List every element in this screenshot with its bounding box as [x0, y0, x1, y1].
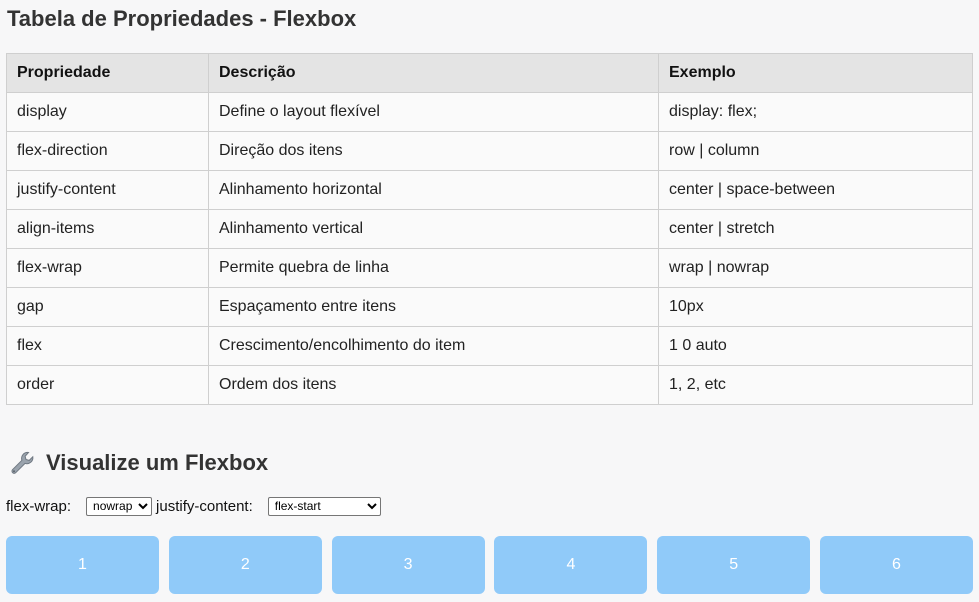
table-cell: row | column: [658, 131, 973, 171]
table-cell: gap: [6, 287, 209, 327]
table-row: display Define o layout flexível display…: [6, 92, 973, 132]
table-cell: 1 0 auto: [658, 326, 973, 366]
visualizer-title: Visualize um Flexbox: [8, 448, 268, 478]
table-cell: 10px: [658, 287, 973, 327]
table-cell: flex-wrap: [6, 248, 209, 288]
properties-table: Propriedade Descrição Exemplo display De…: [6, 53, 973, 405]
table-cell: flex-direction: [6, 131, 209, 171]
page: Tabela de Propriedades - Flexbox Proprie…: [0, 0, 979, 602]
table-cell: Crescimento/encolhimento do item: [208, 326, 659, 366]
table-cell: Alinhamento horizontal: [208, 170, 659, 210]
column-header: Propriedade: [6, 53, 209, 93]
table-row: flex-direction Direção dos itens row | c…: [6, 131, 973, 171]
table-cell: display: [6, 92, 209, 132]
table-cell: center | space-between: [658, 170, 973, 210]
table-cell: flex: [6, 326, 209, 366]
table-row: flex-wrap Permite quebra de linha wrap |…: [6, 248, 973, 288]
table-cell: align-items: [6, 209, 209, 249]
wrench-icon: [8, 449, 36, 477]
flex-wrap-select[interactable]: nowrap: [86, 496, 153, 516]
flex-item: 4: [494, 536, 648, 594]
column-header: Descrição: [208, 53, 659, 93]
flex-item: 1: [6, 536, 159, 594]
table-cell: wrap | nowrap: [658, 248, 973, 288]
flex-controls: flex-wrap: nowrap justify-content: flex-…: [6, 496, 381, 516]
table-cell: Define o layout flexível: [208, 92, 659, 132]
table-cell: Espaçamento entre itens: [208, 287, 659, 327]
table-cell: justify-content: [6, 170, 209, 210]
flex-item: 2: [168, 536, 322, 594]
table-row: justify-content Alinhamento horizontal c…: [6, 170, 973, 210]
table-row: order Ordem dos itens 1, 2, etc: [6, 365, 973, 405]
table-row: align-items Alinhamento vertical center …: [6, 209, 973, 249]
page-title: Tabela de Propriedades - Flexbox: [7, 6, 357, 31]
table-row: gap Espaçamento entre itens 10px: [6, 287, 973, 327]
flex-item: 3: [331, 536, 485, 594]
table-cell: display: flex;: [658, 92, 973, 132]
table-header-row: Propriedade Descrição Exemplo: [6, 53, 973, 93]
flex-item: 5: [657, 536, 811, 594]
visualizer-title-text: Visualize um Flexbox: [46, 450, 269, 475]
flex-container: 1 2 3 4 5 6: [6, 536, 973, 594]
flex-wrap-label: flex-wrap:: [6, 497, 72, 515]
flex-item: 6: [819, 536, 973, 594]
table-cell: Ordem dos itens: [208, 365, 659, 405]
table-cell: order: [6, 365, 209, 405]
table-cell: 1, 2, etc: [658, 365, 973, 405]
justify-content-select[interactable]: flex-start: [267, 496, 381, 516]
table-cell: center | stretch: [658, 209, 973, 249]
table-row: flex Crescimento/encolhimento do item 1 …: [6, 326, 973, 366]
table-cell: Permite quebra de linha: [208, 248, 659, 288]
justify-content-label: justify-content:: [156, 497, 253, 515]
column-header: Exemplo: [658, 53, 973, 93]
table-cell: Direção dos itens: [208, 131, 659, 171]
table-cell: Alinhamento vertical: [208, 209, 659, 249]
